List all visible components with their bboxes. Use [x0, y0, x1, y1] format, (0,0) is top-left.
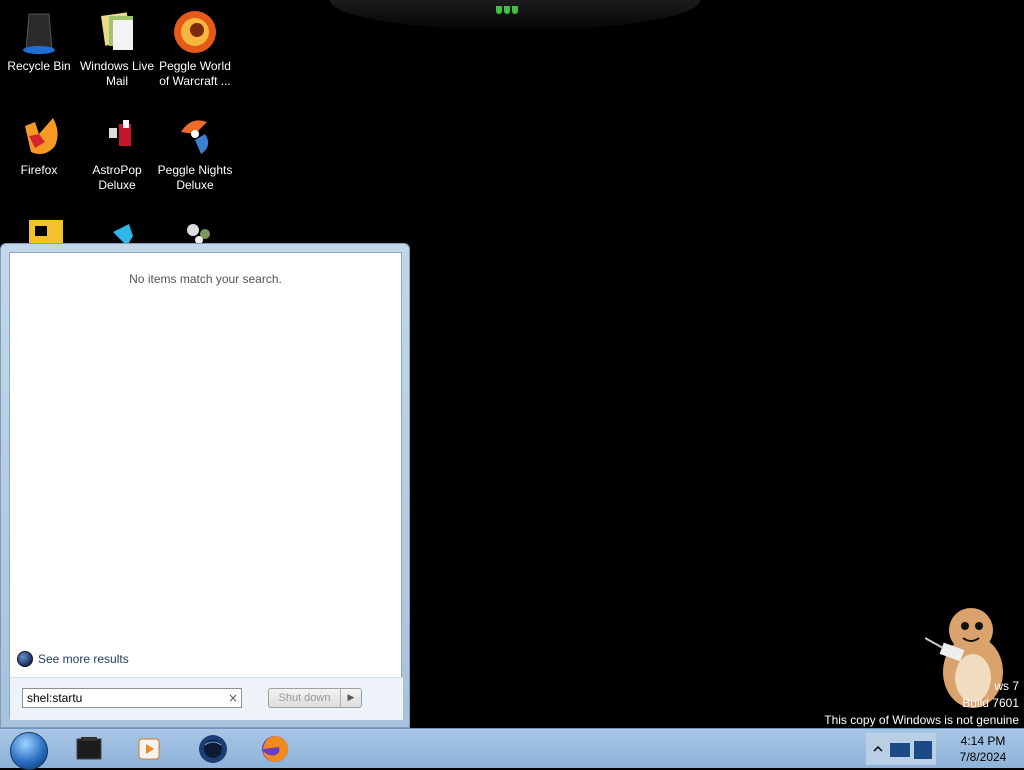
search-results-pane: No items match your search. See more res…: [9, 252, 403, 720]
desktop-icon-label: AstroPop Deluxe: [92, 163, 142, 192]
media-player-icon: [138, 738, 160, 760]
no-results-message: No items match your search.: [129, 272, 282, 286]
game-globe-icon: [199, 735, 227, 763]
peggle-nights-icon: [171, 112, 219, 160]
notification-area: 4:14 PM 7/8/2024: [866, 729, 1024, 768]
see-more-results-link[interactable]: See more results: [17, 651, 129, 667]
start-menu: No items match your search. See more res…: [0, 243, 410, 728]
desktop-icon-peggle-wow[interactable]: Peggle World of Warcraft ...: [156, 4, 234, 89]
shutdown-button-group: Shut down ▶: [268, 688, 362, 708]
indicator-dot: [504, 6, 510, 14]
watermark-line: Build 7601: [962, 696, 1019, 710]
desktop-icon-label: Recycle Bin: [7, 59, 71, 73]
clock-time: 4:14 PM: [960, 734, 1006, 748]
desktop-icon-label: Peggle World of Warcraft ...: [159, 59, 231, 88]
firefox-icon: [262, 736, 288, 762]
desktop-icon-label: Peggle Nights Deluxe: [157, 163, 233, 192]
start-search-box[interactable]: ×: [22, 688, 242, 708]
desktop-icon-label: Firefox: [20, 163, 58, 177]
start-button[interactable]: [4, 730, 52, 770]
window-app-icon: [76, 737, 102, 760]
windows-orb-icon: [10, 732, 48, 770]
top-ornament: [330, 0, 700, 30]
taskbar-pinned-media-player[interactable]: [124, 732, 174, 766]
shutdown-options-arrow-icon[interactable]: ▶: [340, 689, 361, 707]
taskbar: 4:14 PM 7/8/2024: [0, 728, 1024, 770]
show-hidden-icons-icon: [873, 745, 883, 752]
shutdown-button[interactable]: Shut down: [269, 689, 340, 707]
desktop-icon-firefox[interactable]: Firefox: [0, 108, 78, 178]
taskbar-pinned-game[interactable]: [188, 732, 238, 766]
clock-date: 7/8/2024: [959, 750, 1007, 764]
search-row: × Shut down ▶: [10, 677, 403, 720]
taskbar-pinned-firefox[interactable]: [250, 732, 300, 766]
desktop-icon-recycle-bin[interactable]: Recycle Bin: [0, 4, 78, 74]
start-search-input[interactable]: [23, 691, 226, 705]
recycle-bin-icon: [15, 8, 63, 56]
desktop-icon-astropop[interactable]: AstroPop Deluxe: [78, 108, 156, 193]
peggle-wow-icon: [171, 8, 219, 56]
tray-icons: [866, 733, 936, 765]
desktop-icon-label: Windows Live Mail: [79, 59, 155, 88]
indicator-dot: [512, 6, 518, 14]
clear-search-icon[interactable]: ×: [225, 691, 241, 705]
taskbar-pinned-app[interactable]: [64, 732, 114, 766]
desktop-icon-windows-live-mail[interactable]: Windows Live Mail: [78, 4, 156, 89]
see-more-label: See more results: [38, 652, 129, 666]
firefox-icon: [15, 112, 63, 160]
mail-icon: [93, 8, 141, 56]
astropop-icon: [93, 112, 141, 160]
genuine-warning: This copy of Windows is not genuine: [824, 713, 1019, 727]
clock[interactable]: 4:14 PM 7/8/2024: [948, 733, 1018, 765]
desktop-icon-peggle-nights[interactable]: Peggle Nights Deluxe: [156, 108, 234, 193]
globe-icon: [17, 651, 33, 667]
windows-watermark: ws 7 Build 7601 This copy of Windows is …: [824, 678, 1019, 729]
indicator-dot: [496, 6, 502, 14]
watermark-line: ws 7: [994, 679, 1019, 693]
